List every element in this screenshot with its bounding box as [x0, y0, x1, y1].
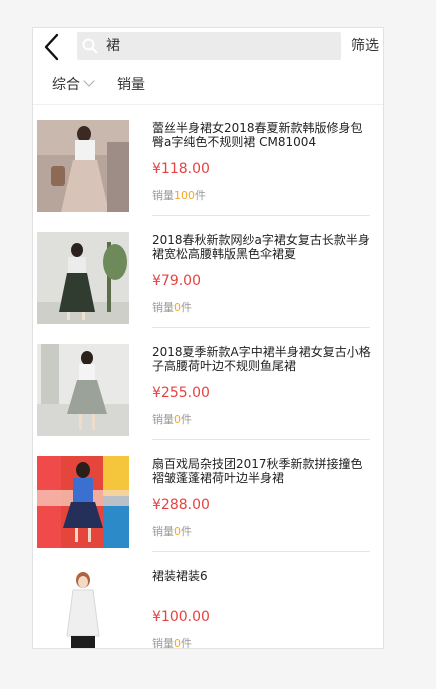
product-price: ¥100.00	[152, 609, 210, 625]
chevron-down-icon	[83, 75, 95, 87]
product-sales: 销量0件	[152, 637, 192, 649]
product-title: 2018夏季新款A字中裙半身裙女复古小格子高腰荷叶边不规则鱼尾裙	[152, 345, 371, 373]
search-icon	[82, 38, 98, 54]
sort-comprehensive[interactable]: 综合	[52, 75, 95, 93]
filter-button[interactable]: 筛选	[351, 38, 379, 54]
sort-comprehensive-label: 综合	[52, 77, 80, 93]
product-image	[37, 568, 129, 648]
sales-suffix: 件	[181, 525, 192, 538]
list-item[interactable]: 扇百戏局杂技团2017秋季新款拼接撞色褶皱蓬蓬裙荷叶边半身裙 ¥288.00 销…	[33, 440, 383, 552]
sales-prefix: 销量	[152, 189, 174, 202]
top-bar: 裙 筛选	[33, 28, 383, 66]
sales-count: 0	[174, 637, 181, 649]
list-item[interactable]: 裙装裙装6 ¥100.00 销量0件	[33, 552, 383, 649]
product-title: 裙装裙装6	[152, 569, 208, 583]
sales-prefix: 销量	[152, 525, 174, 538]
product-sales: 销量0件	[152, 301, 192, 314]
sales-suffix: 件	[181, 637, 192, 649]
product-sales: 销量0件	[152, 413, 192, 426]
search-query: 裙	[106, 38, 120, 54]
sales-count: 0	[174, 525, 181, 538]
product-image	[37, 120, 129, 212]
sales-prefix: 销量	[152, 301, 174, 314]
sales-suffix: 件	[181, 301, 192, 314]
back-button[interactable]	[41, 32, 65, 62]
list-item[interactable]: 蕾丝半身裙女2018春夏新款韩版修身包臀a字纯色不规则裙 CM81004 ¥11…	[33, 104, 383, 216]
sales-prefix: 销量	[152, 413, 174, 426]
sales-suffix: 件	[195, 189, 206, 202]
list-item[interactable]: 2018春秋新款网纱a字裙女复古长款半身裙宽松高腰韩版黑色伞裙夏 ¥79.00 …	[33, 216, 383, 328]
list-item[interactable]: 2018夏季新款A字中裙半身裙女复古小格子高腰荷叶边不规则鱼尾裙 ¥255.00…	[33, 328, 383, 440]
search-input[interactable]: 裙	[77, 32, 341, 60]
sales-count: 0	[174, 301, 181, 314]
sales-suffix: 件	[181, 413, 192, 426]
product-price: ¥255.00	[152, 385, 210, 401]
product-price: ¥118.00	[152, 161, 210, 177]
product-image	[37, 344, 129, 436]
product-title: 扇百戏局杂技团2017秋季新款拼接撞色褶皱蓬蓬裙荷叶边半身裙	[152, 457, 363, 485]
product-sales: 销量0件	[152, 525, 192, 538]
product-price: ¥79.00	[152, 273, 201, 289]
sales-count: 100	[174, 189, 195, 202]
sales-count: 0	[174, 413, 181, 426]
back-arrow-icon	[44, 33, 59, 61]
product-image	[37, 232, 129, 324]
product-sales: 销量100件	[152, 189, 206, 202]
product-price: ¥288.00	[152, 497, 210, 513]
app-screen: 裙 筛选 综合 销量 蕾丝半身裙女2018春夏新款韩版修身包臀a字纯色不规则裙 …	[32, 27, 384, 649]
product-list: 蕾丝半身裙女2018春夏新款韩版修身包臀a字纯色不规则裙 CM81004 ¥11…	[33, 104, 383, 649]
product-title: 蕾丝半身裙女2018春夏新款韩版修身包臀a字纯色不规则裙 CM81004	[152, 121, 363, 149]
sort-bar: 综合 销量	[33, 66, 383, 105]
product-title: 2018春秋新款网纱a字裙女复古长款半身裙宽松高腰韩版黑色伞裙夏	[152, 233, 370, 261]
product-image	[37, 456, 129, 548]
sales-prefix: 销量	[152, 637, 174, 649]
sort-sales[interactable]: 销量	[117, 77, 145, 93]
